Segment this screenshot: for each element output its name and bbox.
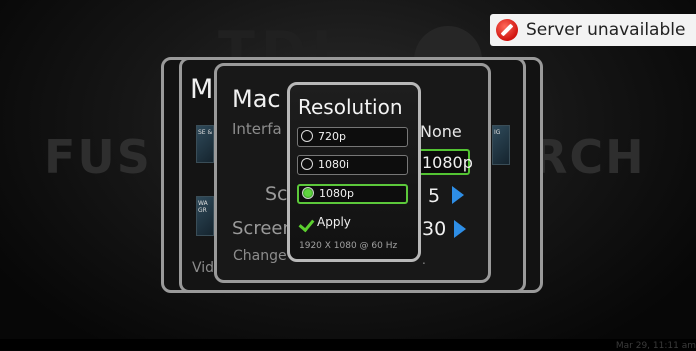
error-icon <box>496 19 518 41</box>
resolution-option-label: 720p <box>318 130 346 143</box>
background-right-word: RCH <box>532 130 646 184</box>
resolution-option-1080i[interactable]: 1080i <box>297 155 408 175</box>
machine-dialog-title: Mac <box>232 85 281 113</box>
background-left-word: FUS <box>44 130 152 184</box>
resolution-selector[interactable]: 1080p <box>414 149 473 175</box>
server-status-text: Server unavailable <box>526 20 686 40</box>
thumbnail-3[interactable]: IG <box>492 125 510 165</box>
back-dialog-title: M <box>190 74 214 105</box>
screen-label: Screen <box>232 218 294 239</box>
interface-label: Interfa <box>232 120 282 138</box>
chevron-right-icon[interactable] <box>452 186 464 204</box>
interface-value[interactable]: None <box>420 122 462 141</box>
thumbnail-1-label: SE & <box>198 129 213 136</box>
resolution-option-1080p[interactable]: 1080p <box>297 184 408 204</box>
resolution-option-720p[interactable]: 720p <box>297 127 408 147</box>
radio-icon[interactable] <box>301 158 313 170</box>
change-label: Change <box>233 248 287 264</box>
resolution-option-label: 1080i <box>318 158 350 171</box>
resolution-selector-value: 1080p <box>422 153 473 172</box>
resolution-dialog-title: Resolution <box>298 95 403 119</box>
thumbnail-3-label: IG <box>494 129 501 136</box>
screen-value: 30 <box>422 218 447 240</box>
server-status-badge: Server unavailable <box>490 14 696 46</box>
resolution-option-label: 1080p <box>319 187 354 200</box>
back-dialog-vid-label: Vid <box>192 260 215 276</box>
radio-selected-icon[interactable] <box>302 187 314 199</box>
thumbnail-1[interactable]: SE & <box>196 125 214 163</box>
trailing-dot: . <box>422 253 426 267</box>
bottom-status-bar: Mar 29, 11:11 am <box>0 339 696 351</box>
resolution-info: 1920 X 1080 @ 60 Hz <box>299 241 398 251</box>
sc-value: 5 <box>428 185 441 207</box>
thumbnail-2-label: WA GR <box>198 200 208 214</box>
chevron-right-icon[interactable] <box>454 220 466 238</box>
apply-label: Apply <box>317 215 351 229</box>
radio-icon[interactable] <box>301 130 313 142</box>
sc-label: Sc <box>265 183 288 205</box>
thumbnail-2[interactable]: WA GR <box>196 196 214 236</box>
